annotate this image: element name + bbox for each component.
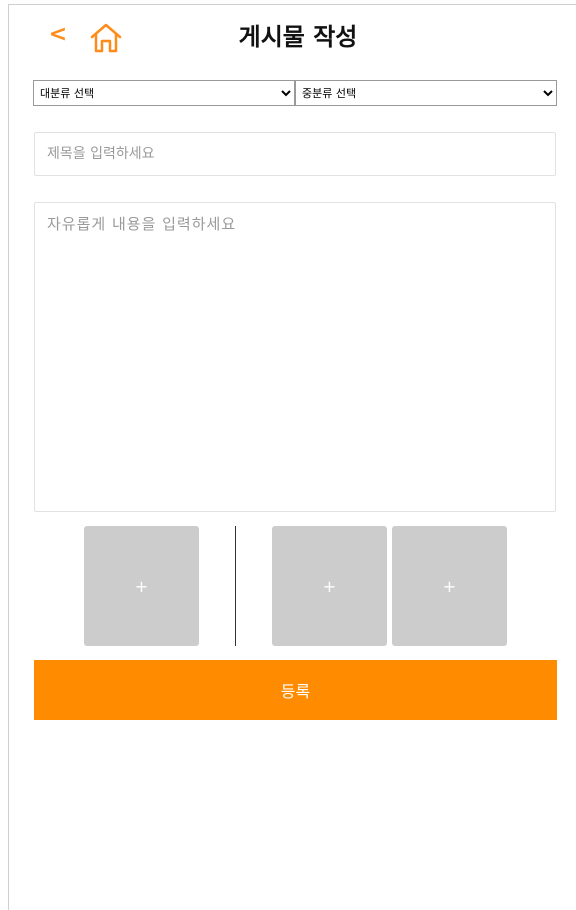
image-upload-slot[interactable]: + [272, 526, 387, 646]
plus-icon: + [134, 576, 149, 596]
plus-icon: + [322, 576, 337, 596]
plus-icon: + [442, 576, 457, 596]
image-upload-slot[interactable]: + [84, 526, 199, 646]
home-icon[interactable] [88, 20, 124, 56]
title-input[interactable] [34, 132, 556, 176]
middle-category-select[interactable]: 중분류 선택 [295, 80, 557, 106]
major-category-select[interactable]: 대분류 선택 [33, 80, 295, 106]
back-button[interactable]: < [46, 20, 70, 50]
header: < 게시물 작성 [0, 0, 576, 78]
page-title: 게시물 작성 [238, 23, 358, 51]
content-textarea[interactable] [34, 202, 556, 512]
image-upload-slot[interactable]: + [392, 526, 507, 646]
submit-button[interactable]: 등록 [34, 660, 557, 720]
image-divider [235, 526, 236, 646]
